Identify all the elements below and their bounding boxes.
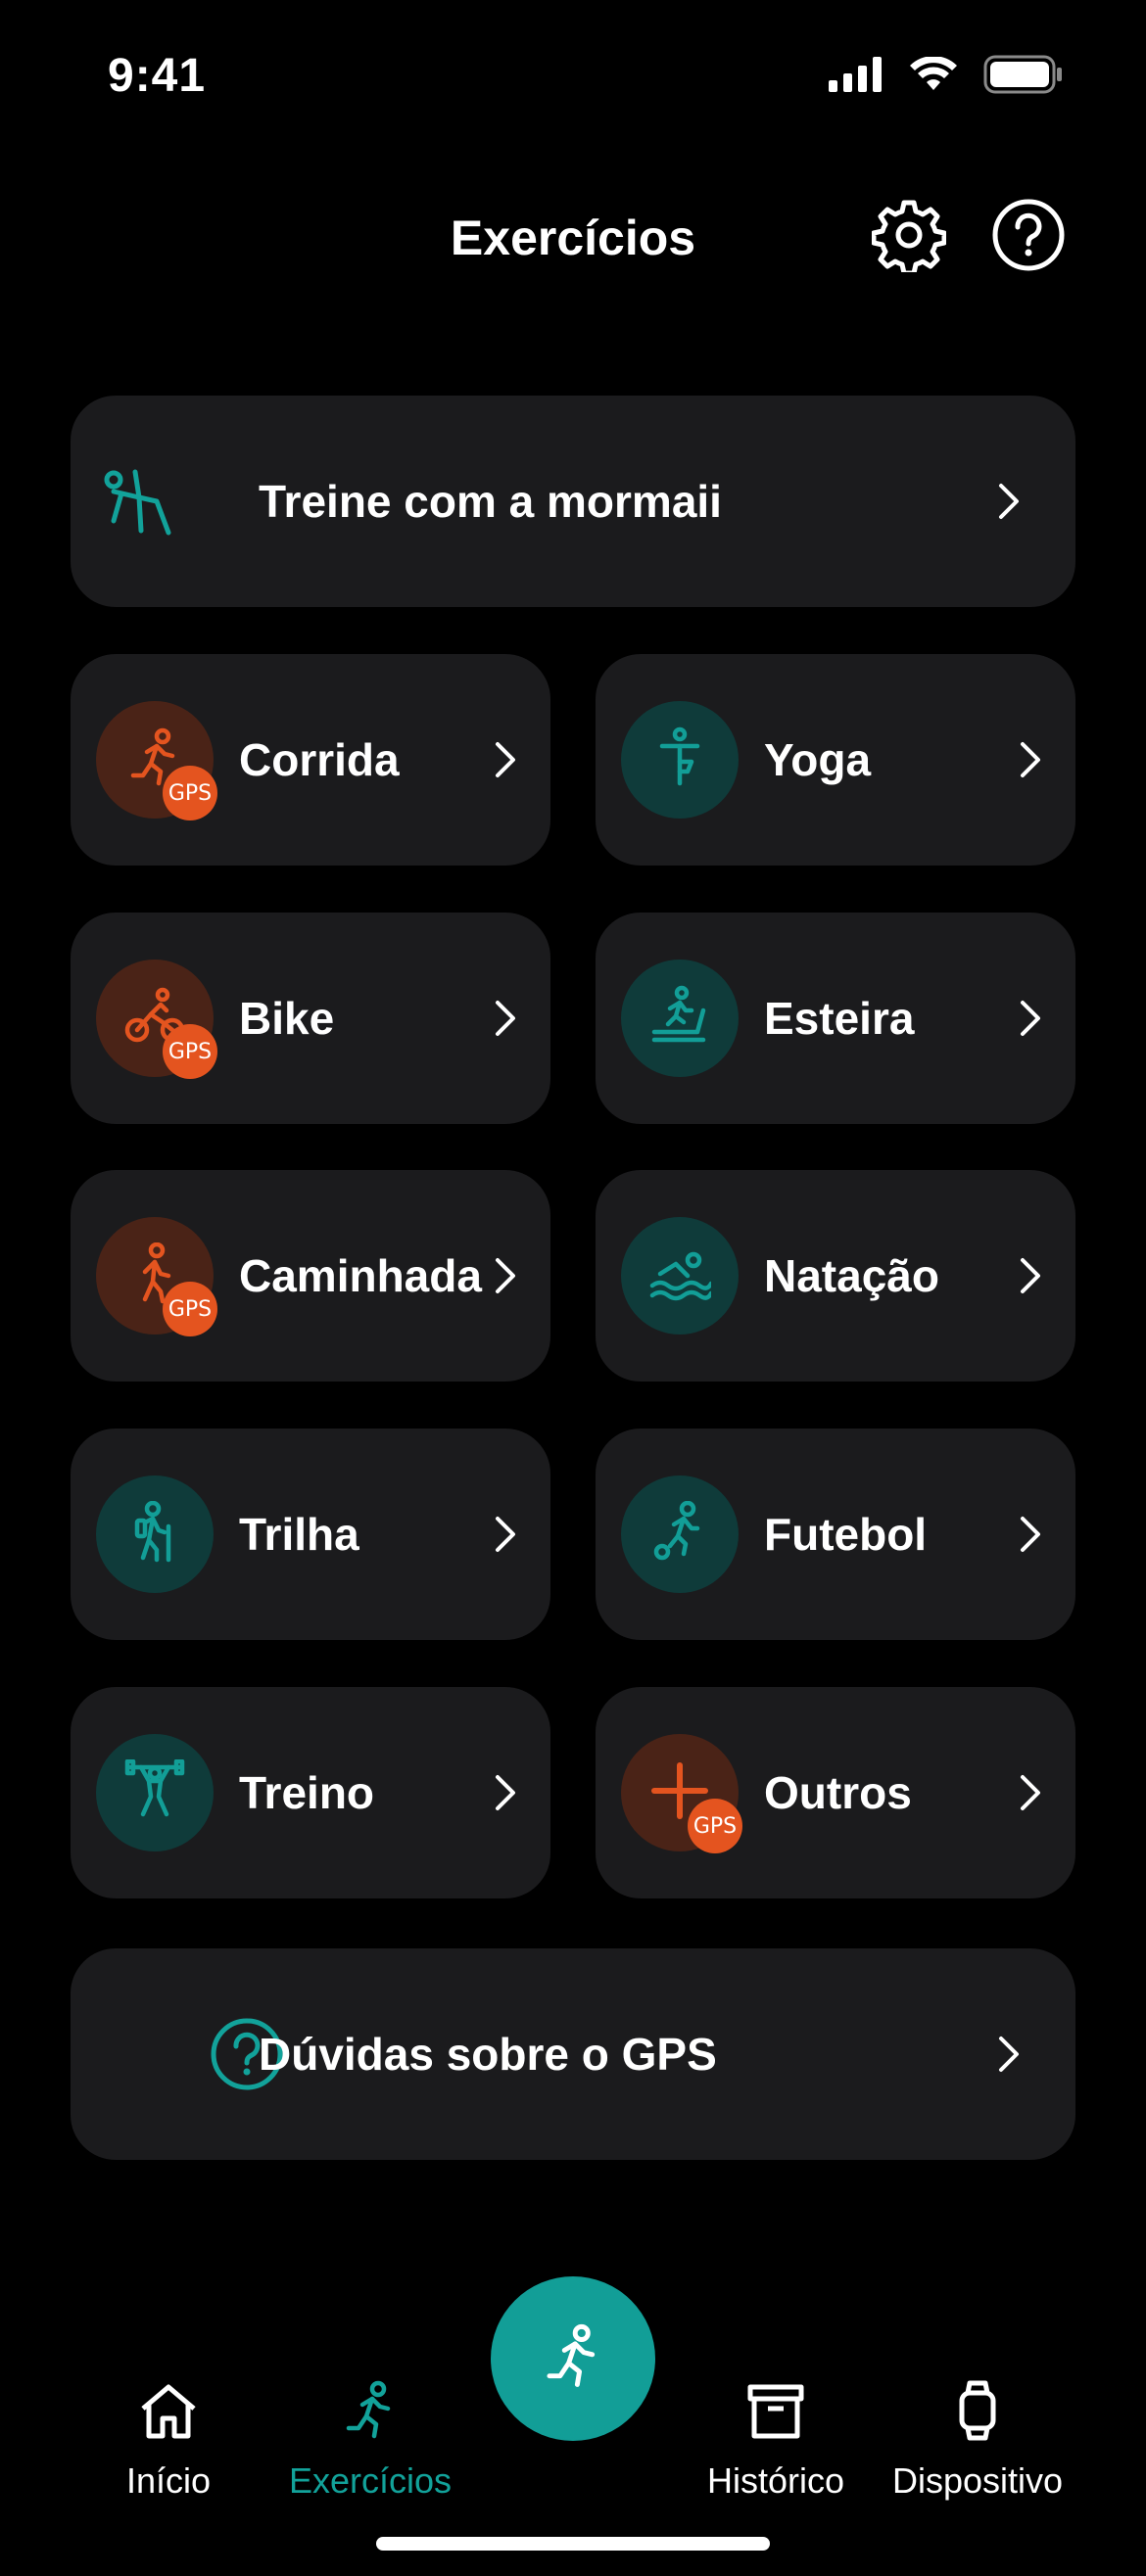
activity-card-treino[interactable]: Treino bbox=[71, 1687, 550, 1898]
gps-badge: GPS bbox=[688, 1799, 742, 1853]
gps-badge: GPS bbox=[163, 1024, 217, 1079]
activity-label: Yoga bbox=[764, 734, 872, 785]
activity-label: Natação bbox=[764, 1250, 939, 1301]
nav-label-inicio: Início bbox=[125, 2460, 212, 2501]
activity-card-caminhada[interactable]: GPS Caminhada bbox=[71, 1170, 550, 1382]
activity-label: Trilha bbox=[239, 1509, 359, 1560]
activity-card-outros[interactable]: GPS Outros bbox=[596, 1687, 1075, 1898]
status-icons bbox=[829, 55, 1064, 99]
nav-label-historico: Histórico bbox=[706, 2460, 845, 2501]
activity-card-natacao[interactable]: Natação bbox=[596, 1170, 1075, 1382]
activity-card-futebol[interactable]: Futebol bbox=[596, 1429, 1075, 1640]
chevron-right-icon bbox=[993, 480, 1025, 523]
status-bar: 9:41 bbox=[0, 0, 1146, 147]
gps-badge: GPS bbox=[163, 1282, 217, 1336]
activity-label: Outros bbox=[764, 1767, 912, 1818]
activity-card-bike[interactable]: GPS Bike bbox=[71, 913, 550, 1124]
activity-icon-circle: GPS bbox=[96, 960, 217, 1079]
home-indicator bbox=[376, 2537, 770, 2551]
running-icon bbox=[339, 2379, 402, 2447]
gps-help-label: Dúvidas sobre o GPS bbox=[259, 2029, 717, 2080]
activity-card-yoga[interactable]: Yoga bbox=[596, 654, 1075, 866]
signal-icon bbox=[829, 57, 883, 97]
watch-icon bbox=[946, 2379, 1009, 2447]
treadmill-icon bbox=[648, 985, 711, 1053]
train-with-mormaii-card[interactable]: Treine com a mormaii bbox=[71, 396, 1075, 607]
activity-card-corrida[interactable]: GPS Corrida bbox=[71, 654, 550, 866]
battery-icon bbox=[983, 55, 1064, 99]
chevron-right-icon bbox=[490, 997, 521, 1040]
activity-label: Futebol bbox=[764, 1509, 928, 1560]
chevron-right-icon bbox=[1015, 738, 1046, 781]
gear-icon bbox=[871, 198, 947, 277]
header: Exercícios bbox=[0, 186, 1146, 284]
archive-icon bbox=[744, 2379, 807, 2447]
activity-label: Bike bbox=[239, 993, 335, 1044]
stretch-person-icon bbox=[90, 452, 188, 550]
chevron-right-icon bbox=[1015, 1254, 1046, 1297]
bottom-navigation: Início Exercícios Histórico Dispositivo bbox=[0, 2252, 1146, 2576]
settings-button[interactable] bbox=[870, 198, 948, 276]
help-button[interactable] bbox=[989, 198, 1068, 276]
start-workout-fab[interactable] bbox=[491, 2276, 655, 2441]
activity-icon-circle bbox=[621, 1217, 739, 1335]
chevron-right-icon bbox=[1015, 1771, 1046, 1814]
soccer-icon bbox=[648, 1500, 711, 1569]
nav-item-historico[interactable]: Histórico bbox=[678, 2379, 874, 2502]
status-time: 9:41 bbox=[108, 50, 207, 102]
running-icon bbox=[539, 2322, 607, 2396]
nav-item-exercicios[interactable]: Exercícios bbox=[272, 2379, 468, 2502]
weightlifting-icon bbox=[123, 1758, 186, 1827]
activity-label: Caminhada bbox=[239, 1250, 482, 1301]
chevron-right-icon bbox=[993, 2033, 1025, 2076]
activity-icon-circle bbox=[621, 960, 739, 1077]
gps-help-card[interactable]: Dúvidas sobre o GPS bbox=[71, 1948, 1075, 2160]
activity-card-trilha[interactable]: Trilha bbox=[71, 1429, 550, 1640]
chevron-right-icon bbox=[1015, 1513, 1046, 1556]
activity-label: Corrida bbox=[239, 734, 400, 785]
activity-label: Esteira bbox=[764, 993, 915, 1044]
activity-icon-circle bbox=[621, 701, 739, 819]
page-title: Exercícios bbox=[450, 211, 696, 265]
nav-label-exercicios: Exercícios bbox=[288, 2460, 453, 2501]
nav-item-dispositivo[interactable]: Dispositivo bbox=[880, 2379, 1075, 2502]
activity-card-esteira[interactable]: Esteira bbox=[596, 913, 1075, 1124]
activity-icon-circle bbox=[96, 1475, 214, 1593]
hiking-icon bbox=[123, 1500, 186, 1569]
activity-label: Treino bbox=[239, 1767, 375, 1818]
chevron-right-icon bbox=[490, 1513, 521, 1556]
chevron-right-icon bbox=[490, 738, 521, 781]
train-card-label: Treine com a mormaii bbox=[259, 476, 722, 527]
yoga-icon bbox=[648, 726, 711, 794]
activity-icon-circle bbox=[621, 1475, 739, 1593]
gps-badge: GPS bbox=[163, 766, 217, 820]
chevron-right-icon bbox=[1015, 997, 1046, 1040]
activity-icon-circle bbox=[96, 1734, 214, 1851]
home-icon bbox=[137, 2379, 200, 2447]
activity-icon-circle: GPS bbox=[96, 701, 217, 820]
chevron-right-icon bbox=[490, 1254, 521, 1297]
chevron-right-icon bbox=[490, 1771, 521, 1814]
activity-icon-circle: GPS bbox=[96, 1217, 217, 1336]
help-circle-icon bbox=[991, 198, 1066, 277]
wifi-icon bbox=[909, 56, 958, 97]
nav-label-dispositivo: Dispositivo bbox=[891, 2460, 1064, 2501]
activity-icon-circle: GPS bbox=[621, 1734, 742, 1853]
swimming-icon bbox=[648, 1242, 714, 1310]
nav-item-inicio[interactable]: Início bbox=[71, 2379, 266, 2502]
